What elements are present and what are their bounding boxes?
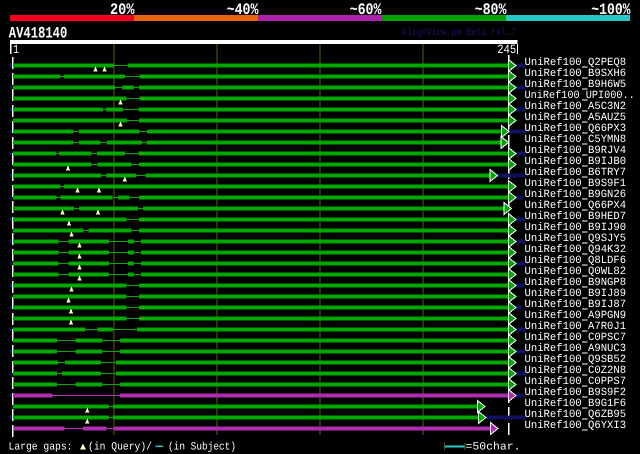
svg-text:~60%: ~60% bbox=[350, 1, 382, 19]
svg-text:~80%: ~80% bbox=[475, 1, 507, 19]
svg-text:~100%: ~100% bbox=[591, 1, 631, 19]
svg-text:20%: 20% bbox=[110, 1, 135, 19]
svg-text:(in Query)/: (in Query)/ bbox=[88, 442, 152, 454]
svg-text:~40%: ~40% bbox=[227, 1, 259, 19]
svg-text:=50char.: =50char. bbox=[466, 442, 521, 454]
svg-text:(in Subject): (in Subject) bbox=[168, 442, 236, 454]
svg-text:Large gaps:: Large gaps: bbox=[9, 442, 73, 454]
svg-text:UniRef100 Q6YXI3: UniRef100 Q6YXI3 bbox=[525, 420, 627, 432]
svg-text:AV418140: AV418140 bbox=[9, 24, 68, 42]
svg-text:1: 1 bbox=[13, 43, 19, 57]
svg-text:AlignView.pm Beta rel.7: AlignView.pm Beta rel.7 bbox=[402, 27, 516, 39]
svg-text:245: 245 bbox=[497, 43, 516, 57]
